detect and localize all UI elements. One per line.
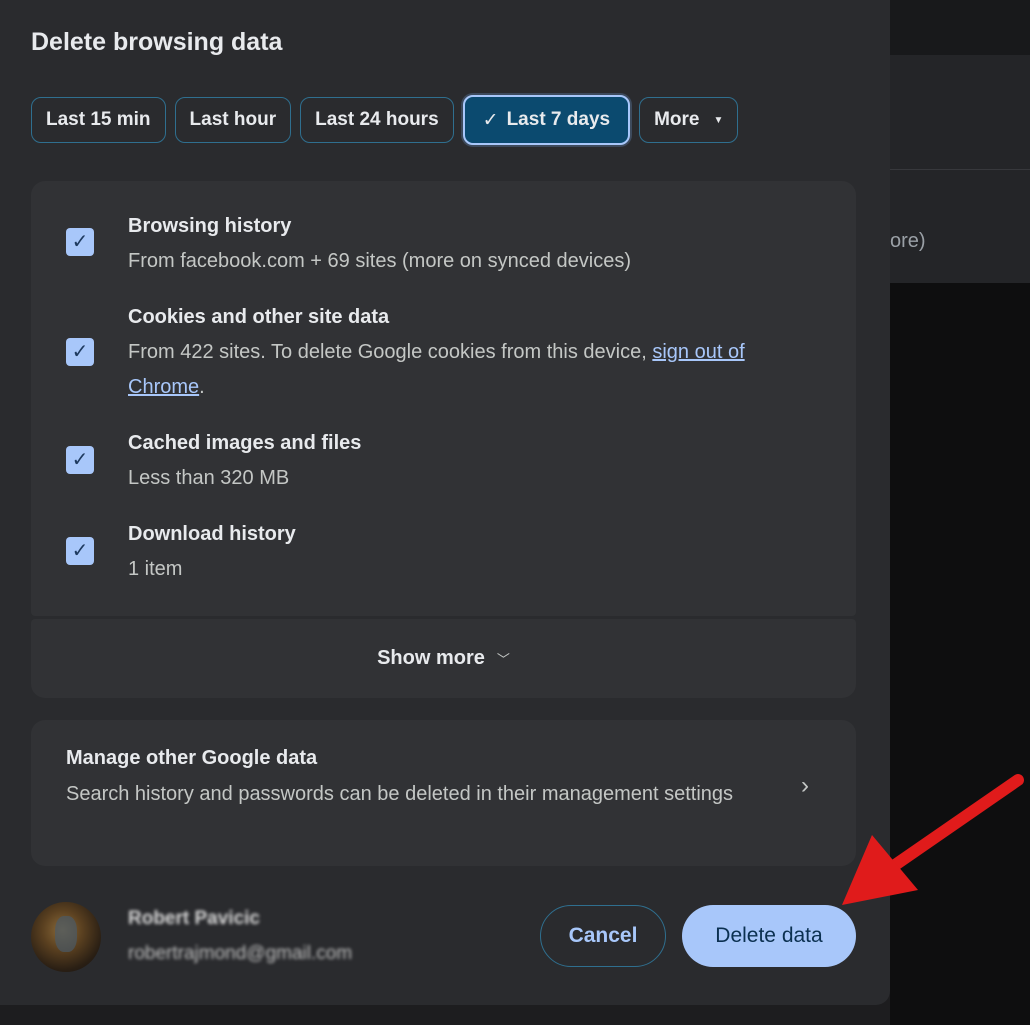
background-page-lower <box>890 283 1030 1025</box>
account-name: Robert Pavicic <box>128 908 260 929</box>
dialog-title: Delete browsing data <box>31 28 283 56</box>
background-text-fragment: ore) <box>890 230 926 252</box>
time-range-last-hour[interactable]: Last hour <box>174 97 292 143</box>
chip-label: Last 7 days <box>506 109 611 130</box>
background-page-header <box>890 0 1030 55</box>
time-range-last-24-hours[interactable]: Last 24 hours <box>300 97 454 143</box>
checkbox-cached-images[interactable]: ✓ <box>66 446 94 474</box>
checkbox-cookies[interactable]: ✓ <box>66 338 94 366</box>
item-title: Browsing history <box>128 215 292 237</box>
item-description: From 422 sites. To delete Google cookies… <box>128 335 818 405</box>
checkmark-icon: ✓ <box>71 540 89 562</box>
checkmark-icon: ✓ <box>482 109 499 131</box>
checkmark-icon: ✓ <box>71 341 89 363</box>
caret-down-icon: ▼ <box>713 114 724 126</box>
data-types-card: ✓ Browsing history From facebook.com + 6… <box>31 181 856 616</box>
item-title: Cached images and files <box>128 432 362 454</box>
checkbox-download-history[interactable]: ✓ <box>66 537 94 565</box>
time-range-last-7-days[interactable]: ✓ Last 7 days <box>462 95 631 145</box>
manage-title: Manage other Google data <box>66 747 318 769</box>
checkbox-browsing-history[interactable]: ✓ <box>66 228 94 256</box>
time-range-more-dropdown[interactable]: More ▼ <box>639 97 739 143</box>
account-email: robertrajmond@gmail.com <box>128 943 353 964</box>
show-more-label: Show more <box>377 647 485 669</box>
avatar <box>31 902 101 972</box>
item-title: Download history <box>128 523 296 545</box>
time-range-last-15-min[interactable]: Last 15 min <box>31 97 166 143</box>
chevron-down-icon: ﹀ <box>496 652 510 667</box>
background-divider <box>890 169 1030 170</box>
time-range-selector: Last 15 min Last hour Last 24 hours ✓ Las… <box>31 95 747 145</box>
checkmark-icon: ✓ <box>71 449 89 471</box>
cancel-button[interactable]: Cancel <box>540 905 666 967</box>
delete-browsing-data-dialog: Delete browsing data Last 15 min Last ho… <box>0 0 890 1005</box>
item-description: 1 item <box>128 558 183 580</box>
delete-data-button[interactable]: Delete data <box>682 905 856 967</box>
manage-google-data-link[interactable]: Manage other Google data Search history … <box>31 720 856 866</box>
manage-description: Search history and passwords can be dele… <box>66 783 734 805</box>
item-description: Less than 320 MB <box>128 467 290 489</box>
chevron-right-icon: › <box>801 772 809 799</box>
item-title: Cookies and other site data <box>128 306 390 328</box>
checkmark-icon: ✓ <box>71 231 89 253</box>
item-description: From facebook.com + 69 sites (more on sy… <box>128 250 631 272</box>
chip-label: Last 15 min <box>46 109 151 130</box>
chip-label: More <box>654 109 700 130</box>
cancel-label: Cancel <box>568 924 638 947</box>
delete-label: Delete data <box>715 924 823 947</box>
chip-label: Last hour <box>189 109 277 130</box>
chip-label: Last 24 hours <box>315 109 439 130</box>
cookies-description-text: From 422 sites. To delete Google cookies… <box>128 341 647 363</box>
show-more-button[interactable]: Show more ﹀ <box>31 619 856 698</box>
description-suffix: . <box>199 376 205 398</box>
